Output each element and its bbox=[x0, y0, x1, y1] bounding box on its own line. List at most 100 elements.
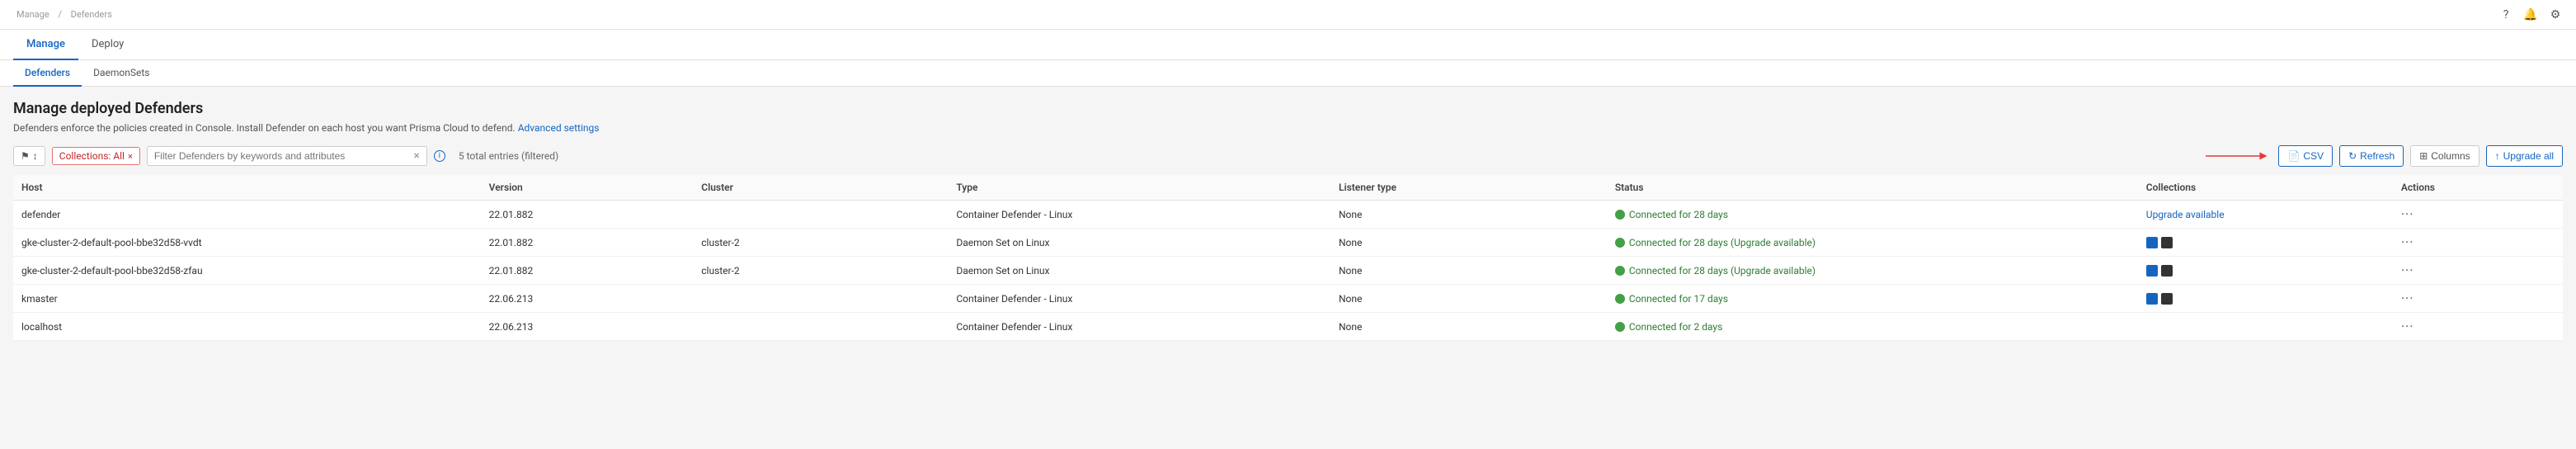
cell-cluster: cluster-2 bbox=[693, 229, 948, 257]
table-row: gke-cluster-2-default-pool-bbe32d58-zfau… bbox=[13, 257, 2563, 285]
filter-sort-icon: ↕ bbox=[33, 150, 38, 162]
actions-menu-button[interactable]: ··· bbox=[2401, 234, 2414, 250]
cell-cluster: cluster-2 bbox=[693, 257, 948, 285]
col-header-host[interactable]: Host bbox=[13, 175, 481, 201]
cell-listener-type: None bbox=[1330, 313, 1607, 341]
collection-icon[interactable] bbox=[2161, 237, 2173, 248]
cell-version: 22.01.882 bbox=[481, 257, 694, 285]
advanced-settings-link[interactable]: Advanced settings bbox=[518, 122, 600, 134]
cell-listener-type: None bbox=[1330, 229, 1607, 257]
refresh-icon: ↻ bbox=[2348, 150, 2357, 162]
table-row: gke-cluster-2-default-pool-bbe32d58-vvdt… bbox=[13, 229, 2563, 257]
collection-icon[interactable] bbox=[2161, 293, 2173, 305]
cell-status: Connected for 2 days bbox=[1607, 313, 2138, 341]
toolbar-right: 📄 CSV ↻ Refresh ⊞ Columns ↑ Upgrade all bbox=[2206, 145, 2563, 167]
cell-type: Daemon Set on Linux bbox=[948, 229, 1330, 257]
actions-menu-button[interactable]: ··· bbox=[2401, 291, 2414, 306]
cell-collections bbox=[2138, 313, 2393, 341]
cell-type: Container Defender - Linux bbox=[948, 201, 1330, 229]
col-header-type[interactable]: Type bbox=[948, 175, 1330, 201]
upgrade-all-button[interactable]: ↑ Upgrade all bbox=[2486, 145, 2563, 167]
cell-host: kmaster bbox=[13, 285, 481, 313]
filter-tag-label: Collections: All bbox=[59, 150, 125, 162]
notifications-icon[interactable]: 🔔 bbox=[2523, 7, 2538, 22]
cell-host: localhost bbox=[13, 313, 481, 341]
cell-collections bbox=[2138, 229, 2393, 257]
page-title: Manage deployed Defenders bbox=[13, 100, 2563, 117]
table-row: kmaster22.06.213Container Defender - Lin… bbox=[13, 285, 2563, 313]
breadcrumb: Manage / Defenders bbox=[13, 9, 115, 20]
search-input[interactable] bbox=[154, 150, 414, 162]
collection-icon[interactable] bbox=[2146, 293, 2158, 305]
collections-icons bbox=[2146, 293, 2385, 305]
table-row: localhost22.06.213Container Defender - L… bbox=[13, 313, 2563, 341]
tab-deploy[interactable]: Deploy bbox=[78, 30, 137, 60]
filter-tag-collections: Collections: All × bbox=[52, 147, 140, 165]
cell-listener-type: None bbox=[1330, 201, 1607, 229]
refresh-label: Refresh bbox=[2360, 150, 2395, 162]
collection-icon[interactable] bbox=[2161, 265, 2173, 276]
subtab-daemonsets[interactable]: DaemonSets bbox=[82, 60, 161, 87]
upgrade-label: Upgrade all bbox=[2503, 150, 2554, 162]
cell-cluster bbox=[693, 285, 948, 313]
filter-tag-close[interactable]: × bbox=[128, 151, 133, 162]
page-content: Manage deployed Defenders Defenders enfo… bbox=[0, 87, 2576, 341]
refresh-button[interactable]: ↻ Refresh bbox=[2339, 145, 2404, 167]
breadcrumb-current: Defenders bbox=[71, 9, 112, 20]
cell-host: gke-cluster-2-default-pool-bbe32d58-vvdt bbox=[13, 229, 481, 257]
status-icon bbox=[1615, 322, 1625, 332]
cell-collections: Upgrade available bbox=[2138, 201, 2393, 229]
help-icon[interactable]: ? bbox=[2498, 7, 2513, 22]
settings-icon[interactable]: ⚙ bbox=[2548, 7, 2563, 22]
filter-button[interactable]: ⚑ ↕ bbox=[13, 146, 45, 166]
cell-status: Connected for 28 days (Upgrade available… bbox=[1607, 229, 2138, 257]
page-desc-text: Defenders enforce the policies created i… bbox=[13, 122, 516, 134]
cell-collections bbox=[2138, 285, 2393, 313]
table-row: defender22.01.882 Container Defender - Li… bbox=[13, 201, 2563, 229]
cell-cluster bbox=[693, 313, 948, 341]
col-header-listener[interactable]: Listener type bbox=[1330, 175, 1607, 201]
cell-type: Container Defender - Linux bbox=[948, 285, 1330, 313]
csv-icon: 📄 bbox=[2287, 150, 2300, 162]
status-text: Connected for 28 days (Upgrade available… bbox=[1629, 237, 1815, 248]
search-input-wrap: × bbox=[147, 146, 427, 166]
collection-icon[interactable] bbox=[2146, 237, 2158, 248]
upgrade-available-link[interactable]: Upgrade available bbox=[2146, 209, 2225, 220]
subtab-defenders[interactable]: Defenders bbox=[13, 60, 82, 87]
main-tabs: Manage Deploy bbox=[0, 30, 2576, 60]
table-header-row: Host Version Cluster Type Listener type … bbox=[13, 175, 2563, 201]
cell-cluster bbox=[693, 201, 948, 229]
tab-manage[interactable]: Manage bbox=[13, 30, 78, 60]
actions-menu-button[interactable]: ··· bbox=[2401, 262, 2414, 278]
status-text: Connected for 28 days (Upgrade available… bbox=[1629, 265, 1815, 276]
cell-actions: ··· bbox=[2393, 285, 2563, 313]
cell-actions: ··· bbox=[2393, 257, 2563, 285]
cell-status: Connected for 28 days bbox=[1607, 201, 2138, 229]
cell-actions: ··· bbox=[2393, 201, 2563, 229]
collection-icon[interactable] bbox=[2146, 265, 2158, 276]
actions-menu-button[interactable]: ··· bbox=[2401, 319, 2414, 334]
info-icon[interactable]: i bbox=[434, 150, 445, 162]
col-header-status[interactable]: Status bbox=[1607, 175, 2138, 201]
col-header-collections[interactable]: Collections bbox=[2138, 175, 2393, 201]
cell-host: defender bbox=[13, 201, 481, 229]
columns-icon: ⊞ bbox=[2419, 150, 2428, 162]
col-header-version[interactable]: Version bbox=[481, 175, 694, 201]
csv-button[interactable]: 📄 CSV bbox=[2278, 145, 2333, 167]
page-description: Defenders enforce the policies created i… bbox=[13, 122, 2563, 134]
actions-menu-button[interactable]: ··· bbox=[2401, 206, 2414, 222]
red-arrow-svg bbox=[2206, 149, 2272, 163]
status-text: Connected for 17 days bbox=[1629, 293, 1728, 305]
columns-button[interactable]: ⊞ Columns bbox=[2410, 145, 2479, 167]
search-clear-icon[interactable]: × bbox=[413, 149, 419, 163]
top-bar: Manage / Defenders ? 🔔 ⚙ bbox=[0, 0, 2576, 30]
arrow-indicator bbox=[2206, 149, 2272, 163]
cell-type: Daemon Set on Linux bbox=[948, 257, 1330, 285]
cell-version: 22.01.882 bbox=[481, 229, 694, 257]
col-header-cluster[interactable]: Cluster bbox=[693, 175, 948, 201]
cell-version: 22.06.213 bbox=[481, 313, 694, 341]
cell-listener-type: None bbox=[1330, 257, 1607, 285]
cell-host: gke-cluster-2-default-pool-bbe32d58-zfau bbox=[13, 257, 481, 285]
defenders-table-wrap: Host Version Cluster Type Listener type … bbox=[13, 175, 2563, 341]
cell-version: 22.01.882 bbox=[481, 201, 694, 229]
